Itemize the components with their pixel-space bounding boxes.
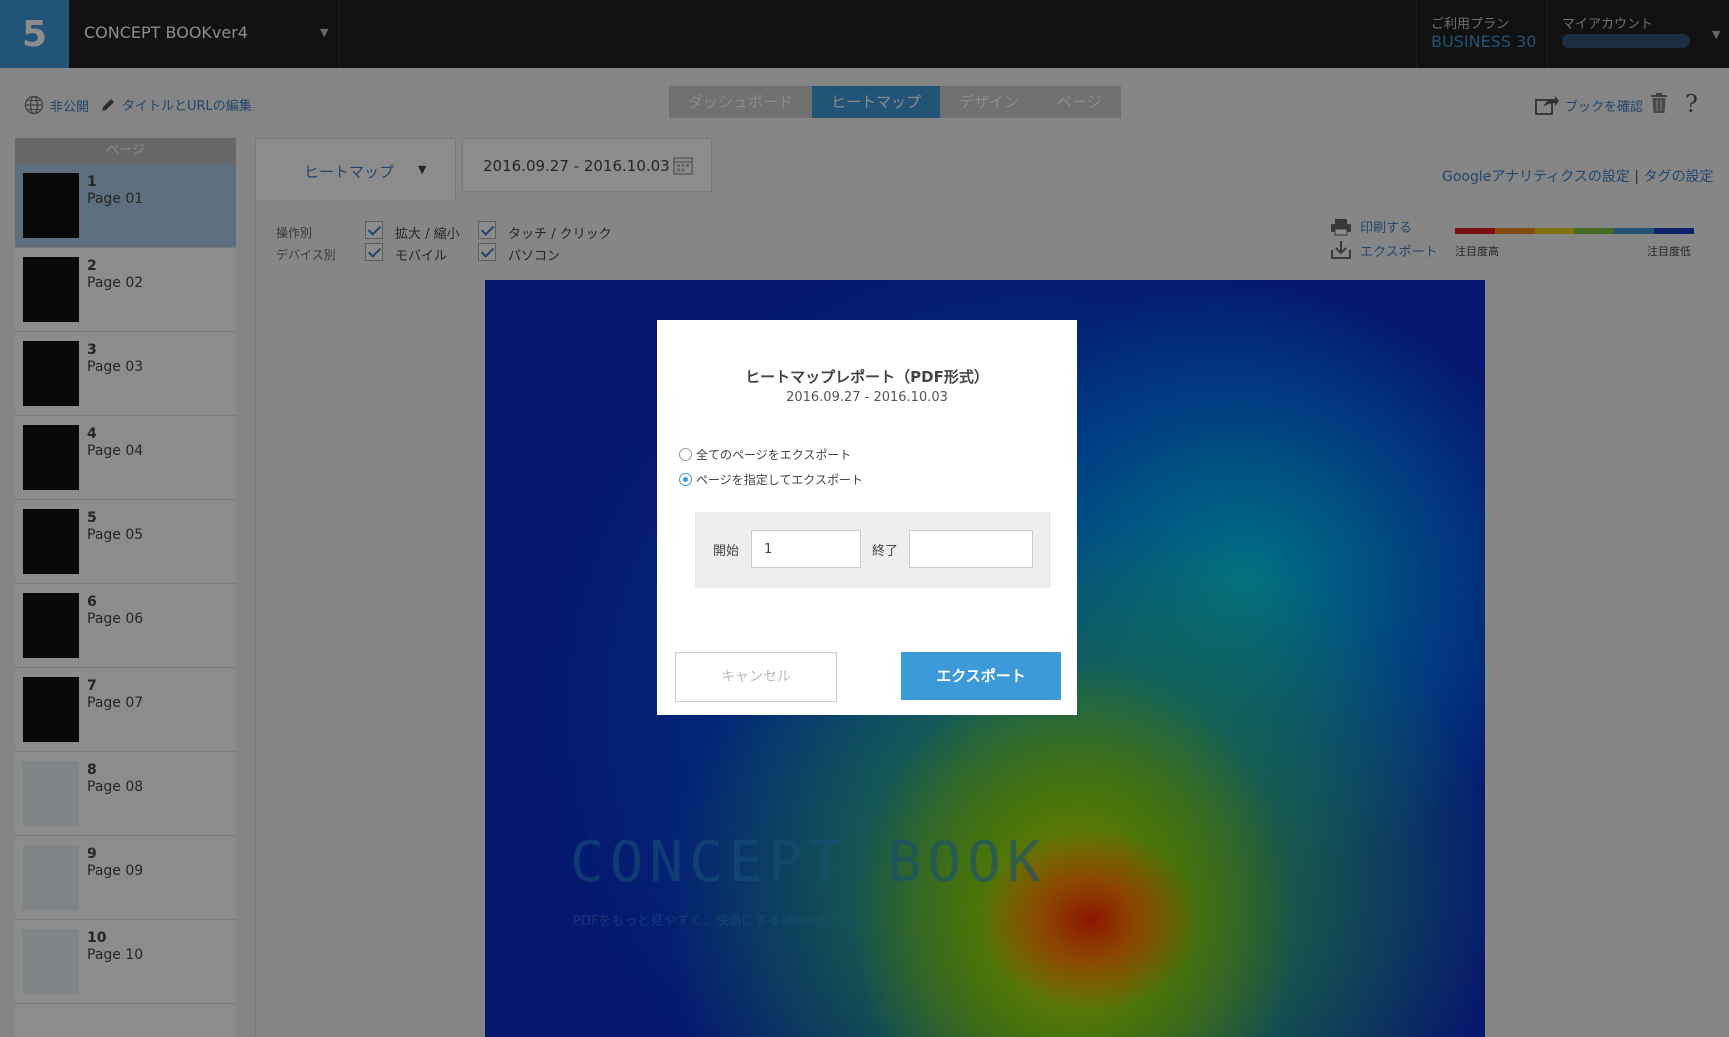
page-range-box: 開始 終了 bbox=[695, 512, 1051, 588]
export-range-option[interactable]: ページを指定してエクスポート bbox=[679, 471, 863, 488]
export-all-option[interactable]: 全てのページをエクスポート bbox=[679, 446, 851, 463]
end-page-input[interactable] bbox=[909, 530, 1033, 568]
export-range-label: ページを指定してエクスポート bbox=[696, 473, 864, 487]
export-all-label: 全てのページをエクスポート bbox=[696, 448, 852, 462]
cancel-button[interactable]: キャンセル bbox=[675, 652, 837, 702]
export-report-dialog: ヒートマップレポート（PDF形式） 2016.09.27 - 2016.10.0… bbox=[657, 320, 1077, 715]
export-range-radio[interactable] bbox=[679, 473, 692, 486]
end-page-label: 終了 bbox=[872, 544, 899, 559]
export-button[interactable]: エクスポート bbox=[901, 652, 1061, 700]
start-page-input[interactable] bbox=[751, 530, 861, 568]
dialog-title: ヒートマップレポート（PDF形式） bbox=[745, 368, 989, 386]
dialog-date-range: 2016.09.27 - 2016.10.03 bbox=[786, 390, 948, 405]
export-all-radio[interactable] bbox=[679, 448, 692, 461]
start-page-label: 開始 bbox=[713, 544, 740, 559]
